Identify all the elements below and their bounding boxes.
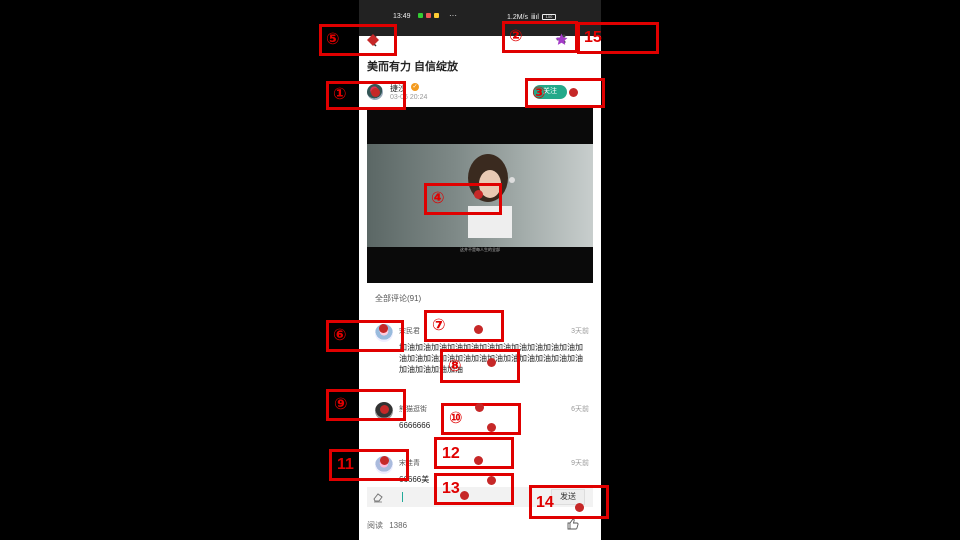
annotation-dot [487, 358, 496, 367]
app-notification-icon [426, 13, 431, 18]
annotation-label-15: 15 [584, 29, 602, 46]
annotation-label-11: 11 [337, 456, 354, 473]
annotation-label-9: ⑨ [334, 396, 348, 413]
annotation-label-13: 13 [442, 480, 460, 497]
net-speed: 1.2M/s [507, 13, 529, 21]
annotation-dot [380, 456, 389, 465]
annotation-label-1: ① [333, 86, 347, 103]
text-cursor [402, 492, 403, 502]
annotation-label-2: ② [509, 28, 523, 45]
annotation-dot [460, 491, 469, 500]
annotation-dot [474, 325, 483, 334]
annotation-dot [569, 88, 578, 97]
read-count: 1386 [389, 521, 408, 530]
article-title: 美而有力 自信绽放 [367, 61, 459, 73]
annotation-label-6: ⑥ [333, 327, 347, 344]
annotation-dot [575, 503, 584, 512]
read-label: 阅读 [367, 521, 383, 530]
annotation-dot [474, 190, 483, 199]
annotation-dot [379, 324, 388, 333]
annotation-dot [474, 456, 483, 465]
comment-time: 3天前 [571, 328, 589, 335]
annotation-dot [371, 88, 380, 97]
annotation-dot [380, 405, 389, 414]
annotation-label-5: ⑤ [326, 31, 340, 48]
thumbs-up-icon[interactable] [567, 518, 579, 530]
read-count-row: 阅读 1386 [367, 520, 411, 531]
comments-header: 全部评论(91) [375, 294, 422, 303]
diamond-marker-icon [367, 34, 379, 46]
annotation-label-4: ④ [431, 190, 445, 207]
verified-badge-icon: ✓ [411, 83, 419, 91]
wechat-icon [418, 13, 423, 18]
eraser-icon[interactable] [372, 491, 384, 503]
annotation-dot [487, 423, 496, 432]
notification-icons [418, 13, 439, 18]
video-caption: 这并不是每人生的全部 [460, 247, 500, 252]
annotation-label-3: ③ [532, 85, 546, 102]
status-right: 1.2M/s ⅲıl 100 [507, 13, 556, 21]
comment-time: 9天前 [571, 460, 589, 467]
annotation-dot [475, 403, 484, 412]
annotation-label-8: ⑧ [448, 358, 462, 375]
annotation-label-12: 12 [442, 445, 460, 462]
annotation-label-7: ⑦ [432, 317, 446, 334]
comment-time: 6天前 [571, 406, 589, 413]
annotation-dot [487, 476, 496, 485]
signal-icon: ⅲıl [531, 14, 539, 21]
battery-icon: 100 [541, 14, 556, 20]
message-icon [434, 13, 439, 18]
status-time: 13:49 [393, 13, 411, 20]
more-notifications-icon: ··· [449, 11, 457, 20]
pin-icon[interactable] [555, 33, 568, 46]
annotation-label-14: 14 [536, 494, 554, 511]
annotation-label-10: ⑩ [449, 410, 463, 427]
